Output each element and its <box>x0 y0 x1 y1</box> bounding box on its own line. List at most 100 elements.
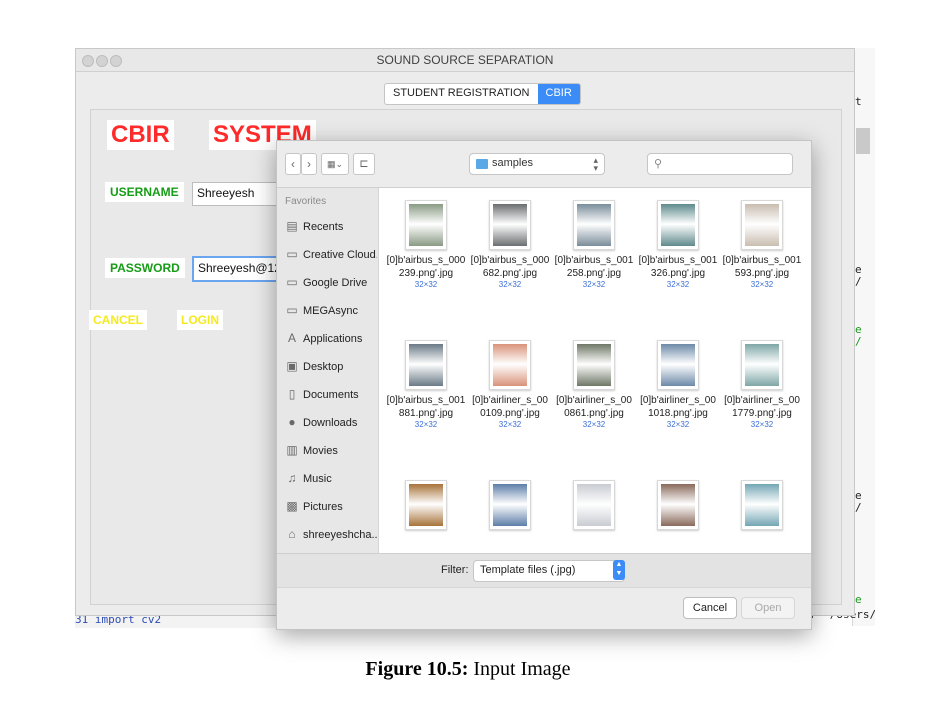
file-thumbnail <box>405 340 447 390</box>
sidebar-item-documents[interactable]: ▯ Documents <box>285 384 377 404</box>
movies-icon: ▥ <box>286 443 298 457</box>
sidebar-item-megasync[interactable]: ▭ MEGAsync <box>285 300 377 320</box>
file-thumbnail <box>741 340 783 390</box>
sidebar-item-recents[interactable]: ▤ Recents <box>285 216 377 236</box>
sidebar-item-movies[interactable]: ▥ Movies <box>285 440 377 460</box>
file-name: [0]b'airbus_s_000 239.png'.jpg <box>386 255 466 279</box>
window-titlebar: SOUND SOURCE SEPARATION <box>76 49 854 72</box>
filter-bar: Filter: Template files (.jpg) ▲ ▼ <box>277 553 811 588</box>
forward-icon[interactable]: › <box>301 153 317 175</box>
file-dimensions: 32×32 <box>666 420 690 429</box>
password-label: PASSWORD <box>105 258 185 278</box>
username-input[interactable]: Shreeyesh <box>192 182 288 206</box>
airplane-image <box>745 484 779 526</box>
airplane-image <box>493 344 527 386</box>
username-label: USERNAME <box>105 182 184 202</box>
tab-student-registration[interactable]: STUDENT REGISTRATION <box>385 84 538 104</box>
caption-label: Figure 10.5: <box>365 658 469 680</box>
file-name: [0]b'airbus_s_001 258.png'.jpg <box>554 255 634 279</box>
file-dimensions: 32×32 <box>414 280 438 289</box>
airplane-image <box>661 484 695 526</box>
file-name: [0]b'airbus_s_001 881.png'.jpg <box>386 395 466 419</box>
location-label: samples <box>492 157 533 169</box>
file-thumbnail <box>405 200 447 250</box>
tab-cbir[interactable]: CBIR <box>537 84 580 104</box>
search-icon: ⚲ <box>654 158 663 170</box>
airplane-image <box>409 344 443 386</box>
window-title: SOUND SOURCE SEPARATION <box>376 53 554 67</box>
file-thumbnail <box>657 480 699 530</box>
folder-icon: ▭ <box>286 247 298 261</box>
file-thumbnail <box>573 200 615 250</box>
folder-icon: ▭ <box>286 275 298 289</box>
dialog-toolbar: ‹ › ▦⌄ ⊏ samples ▴ ▾ ⚲ <box>277 141 811 188</box>
updown-chevron-icon: ▴ ▾ <box>593 155 598 173</box>
dialog-open-button[interactable]: Open <box>741 597 795 619</box>
file-thumbnail <box>741 480 783 530</box>
airplane-image <box>577 484 611 526</box>
updown-chevron-icon: ▲ ▼ <box>613 560 625 580</box>
file-dimensions: 32×32 <box>414 420 438 429</box>
file-name: [0]b'airbus_s_000 682.png'.jpg <box>470 255 550 279</box>
file-dimensions: 32×32 <box>582 280 606 289</box>
filter-label: Filter: <box>441 564 469 576</box>
file-thumbnail <box>489 200 531 250</box>
file-dimensions: 32×32 <box>498 280 522 289</box>
dialog-cancel-button[interactable]: Cancel <box>683 597 737 619</box>
filter-value: Template files (.jpg) <box>480 564 576 576</box>
file-thumbnail <box>573 480 615 530</box>
music-icon: ♫ <box>287 471 297 485</box>
airplane-image <box>577 344 611 386</box>
view-options-icon[interactable]: ▦⌄ <box>321 153 349 175</box>
file-dimensions: 32×32 <box>750 280 774 289</box>
folder-icon <box>476 159 488 169</box>
desktop-icon: ▣ <box>286 359 298 373</box>
dialog-button-bar: Cancel Open <box>277 587 811 629</box>
airplane-image <box>661 344 695 386</box>
file-thumbnail <box>489 340 531 390</box>
sidebar-item-google-drive[interactable]: ▭ Google Drive <box>285 272 377 292</box>
file-dimensions: 32×32 <box>498 420 522 429</box>
airplane-image <box>661 204 695 246</box>
ide-editor-edge: t e / e / e / e <box>852 48 875 626</box>
search-input[interactable]: ⚲ <box>647 153 793 175</box>
file-name: [0]b'airbus_s_001 326.png'.jpg <box>638 255 718 279</box>
filter-select[interactable]: Template files (.jpg) ▲ ▼ <box>473 560 625 582</box>
dialog-sidebar: Favorites ▤ Recents ▭ Creative Cloud... ▭ G… <box>277 188 379 553</box>
tab-bar: STUDENT REGISTRATION CBIR <box>384 83 581 105</box>
file-name: [0]b'airliner_s_00 1018.png'.jpg <box>640 395 716 419</box>
sidebar-item-pictures[interactable]: ▩ Pictures <box>285 496 377 516</box>
sidebar-item-desktop[interactable]: ▣ Desktop <box>285 356 377 376</box>
downloads-icon: ● <box>288 415 296 429</box>
file-thumbnail <box>489 480 531 530</box>
file-dimensions: 32×32 <box>582 420 606 429</box>
pictures-icon: ▩ <box>286 499 298 513</box>
file-thumbnail <box>741 200 783 250</box>
file-thumbnail <box>405 480 447 530</box>
sidebar-item-applications[interactable]: A Applications <box>285 328 377 348</box>
ide-scrollbar[interactable] <box>856 128 870 154</box>
new-folder-icon[interactable]: ⊏ <box>353 153 375 175</box>
recents-icon: ▤ <box>286 219 298 233</box>
login-button[interactable]: LOGIN <box>177 310 223 330</box>
sidebar-item-home[interactable]: ⌂ shreeyeshcha... <box>285 524 377 544</box>
airplane-image <box>745 204 779 246</box>
location-popup[interactable]: samples ▴ ▾ <box>469 153 605 175</box>
sidebar-item-creative-cloud[interactable]: ▭ Creative Cloud... <box>285 244 377 264</box>
airplane-image <box>409 204 443 246</box>
file-thumbnail <box>573 340 615 390</box>
file-name: [0]b'airliner_s_00 0861.png'.jpg <box>556 395 632 419</box>
file-thumbnail <box>657 200 699 250</box>
sidebar-item-music[interactable]: ♫ Music <box>285 468 377 488</box>
airplane-image <box>745 344 779 386</box>
ide-fragment: e / <box>855 489 862 514</box>
file-dimensions: 32×32 <box>666 280 690 289</box>
cancel-button[interactable]: CANCEL <box>89 310 147 330</box>
sidebar-item-downloads[interactable]: ● Downloads <box>285 412 377 432</box>
back-icon[interactable]: ‹ <box>285 153 301 175</box>
ide-fragment: e / <box>855 263 862 288</box>
cbir-title: CBIR <box>107 120 174 150</box>
airplane-image <box>409 484 443 526</box>
file-name: [0]b'airliner_s_00 1779.png'.jpg <box>724 395 800 419</box>
home-icon: ⌂ <box>288 527 296 541</box>
